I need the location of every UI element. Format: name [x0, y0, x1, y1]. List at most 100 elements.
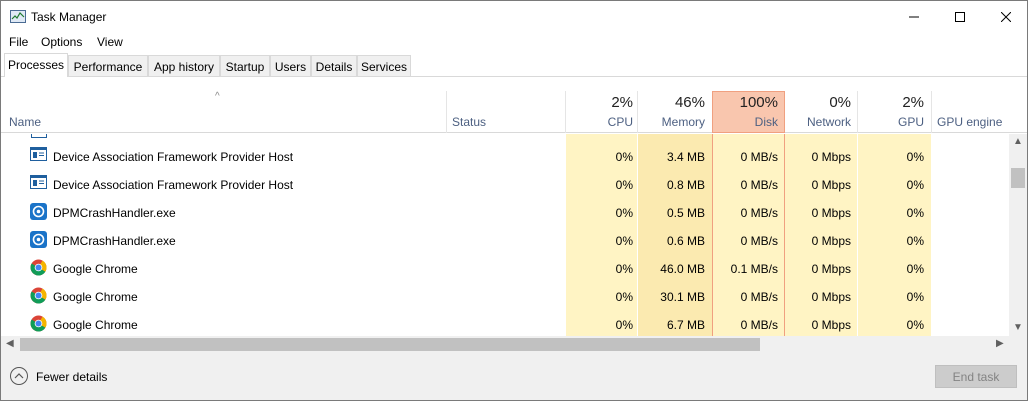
chrome-icon [30, 259, 47, 276]
title-bar[interactable]: Task Manager [1, 1, 1027, 32]
task-manager-icon [10, 10, 26, 23]
service-host-icon [31, 134, 47, 138]
column-header: ^ Name Status 2% CPU 46% Memory 100% Dis… [1, 91, 1027, 133]
task-manager-window: Task Manager File Options View Processes… [0, 0, 1028, 401]
menu-file[interactable]: File [9, 35, 28, 49]
minimize-button[interactable] [891, 1, 937, 32]
cpu-value: 0% [615, 318, 633, 332]
table-row[interactable]: Device Association Framework Provider Ho… [1, 142, 1009, 170]
disk-value: 0 MB/s [740, 318, 778, 332]
process-name: Device Association Framework Provider Ho… [53, 150, 294, 164]
gpu-percent[interactable]: 2% [859, 94, 924, 111]
process-name: Google Chrome [53, 318, 138, 332]
column-name[interactable]: Name [9, 115, 41, 129]
memory-percent[interactable]: 46% [639, 94, 705, 111]
menu-bar: File Options View [1, 32, 1027, 52]
disk-value: 0 MB/s [740, 206, 778, 220]
fewer-details-link[interactable]: Fewer details [36, 370, 107, 384]
table-row[interactable]: DPMCrashHandler.exe 0% 0.5 MB 0 MB/s 0 Mbps 0… [1, 198, 1009, 226]
network-value: 0 Mbps [811, 262, 851, 276]
horizontal-scroll-thumb[interactable] [20, 338, 760, 351]
disk-value: 0 MB/s [740, 150, 778, 164]
crash-handler-icon [30, 231, 47, 248]
horizontal-scrollbar[interactable]: ◀ ▶ [1, 336, 1027, 353]
gpu-value: 0% [906, 234, 924, 248]
column-separator[interactable] [446, 91, 447, 133]
table-row[interactable]: Google Chrome 0% 46.0 MB 0.1 MB/s 0 Mbps 0% [1, 254, 1009, 282]
tab-startup[interactable]: Startup [220, 55, 270, 76]
column-disk[interactable]: Disk [713, 115, 778, 129]
disk-value: 0 MB/s [740, 290, 778, 304]
gpu-value: 0% [906, 262, 924, 276]
crash-handler-icon [30, 203, 47, 220]
scroll-up-icon[interactable]: ▲ [1013, 136, 1023, 147]
column-separator[interactable] [931, 91, 932, 133]
disk-value: 0 MB/s [740, 178, 778, 192]
scroll-left-icon[interactable]: ◀ [6, 338, 14, 349]
vertical-scrollbar[interactable]: ▲ ▼ [1009, 134, 1027, 336]
tab-details[interactable]: Details [311, 55, 357, 76]
network-value: 0 Mbps [811, 234, 851, 248]
end-task-button[interactable]: End task [935, 365, 1017, 388]
tab-app-history[interactable]: App history [148, 55, 220, 76]
memory-value: 30.1 MB [660, 290, 705, 304]
memory-value: 6.7 MB [666, 318, 705, 332]
table-row[interactable]: Device Association Framework Provider Ho… [1, 170, 1009, 198]
cpu-value: 0% [615, 178, 633, 192]
column-gpu[interactable]: GPU [859, 115, 924, 129]
close-button[interactable] [983, 1, 1027, 32]
memory-value: 0.5 MB [666, 206, 705, 220]
cpu-value: 0% [615, 234, 633, 248]
process-name: DPMCrashHandler.exe [53, 206, 176, 220]
cpu-value: 0% [615, 206, 633, 220]
footer-bar: Fewer details End task [1, 353, 1027, 400]
cpu-value: 0% [615, 262, 633, 276]
disk-value: 0 MB/s [740, 234, 778, 248]
memory-value: 46.0 MB [660, 262, 705, 276]
table-row[interactable]: DPMCrashHandler.exe 0% 0.6 MB 0 MB/s 0 Mbps 0… [1, 226, 1009, 254]
process-name: Google Chrome [53, 290, 138, 304]
column-separator[interactable] [637, 91, 638, 133]
service-host-icon [30, 175, 47, 192]
memory-value: 0.6 MB [666, 234, 705, 248]
chrome-icon [30, 287, 47, 304]
minimize-icon [909, 16, 919, 17]
column-memory[interactable]: Memory [639, 115, 705, 129]
sort-indicator-icon: ^ [215, 91, 220, 102]
column-gpu-engine[interactable]: GPU engine [937, 115, 1002, 129]
cpu-percent[interactable]: 2% [567, 94, 633, 111]
gpu-value: 0% [906, 290, 924, 304]
cpu-value: 0% [615, 290, 633, 304]
vertical-scroll-thumb[interactable] [1011, 168, 1025, 188]
network-value: 0 Mbps [811, 318, 851, 332]
disk-value: 0.1 MB/s [730, 262, 778, 276]
process-name: DPMCrashHandler.exe [53, 234, 176, 248]
tab-performance[interactable]: Performance [68, 55, 148, 76]
column-network[interactable]: Network [787, 115, 851, 129]
tab-divider [1, 76, 1027, 77]
process-name: Google Chrome [53, 262, 138, 276]
network-percent[interactable]: 0% [787, 94, 851, 111]
column-cpu[interactable]: CPU [567, 115, 633, 129]
column-status[interactable]: Status [452, 115, 486, 129]
tab-users[interactable]: Users [270, 55, 311, 76]
column-separator[interactable] [565, 91, 566, 133]
chevron-up-circle-icon[interactable] [9, 366, 29, 386]
menu-options[interactable]: Options [41, 35, 82, 49]
table-row[interactable]: Google Chrome 0% 30.1 MB 0 MB/s 0 Mbps 0% [1, 282, 1009, 310]
gpu-value: 0% [906, 318, 924, 332]
cpu-value: 0% [615, 150, 633, 164]
disk-percent[interactable]: 100% [713, 94, 778, 111]
scroll-down-icon[interactable]: ▼ [1013, 322, 1023, 333]
scroll-right-icon[interactable]: ▶ [996, 338, 1004, 349]
table-row[interactable]: Google Chrome 0% 6.7 MB 0 MB/s 0 Mbps 0% [1, 310, 1009, 336]
tab-processes[interactable]: Processes [4, 53, 68, 77]
process-list[interactable]: Device Association Framework Provider Ho… [1, 134, 1009, 336]
column-separator[interactable] [857, 91, 858, 133]
menu-view[interactable]: View [97, 35, 123, 49]
tab-services[interactable]: Services [357, 55, 411, 76]
window-title: Task Manager [31, 10, 107, 24]
maximize-button[interactable] [937, 1, 983, 32]
gpu-value: 0% [906, 206, 924, 220]
maximize-icon [955, 11, 965, 22]
